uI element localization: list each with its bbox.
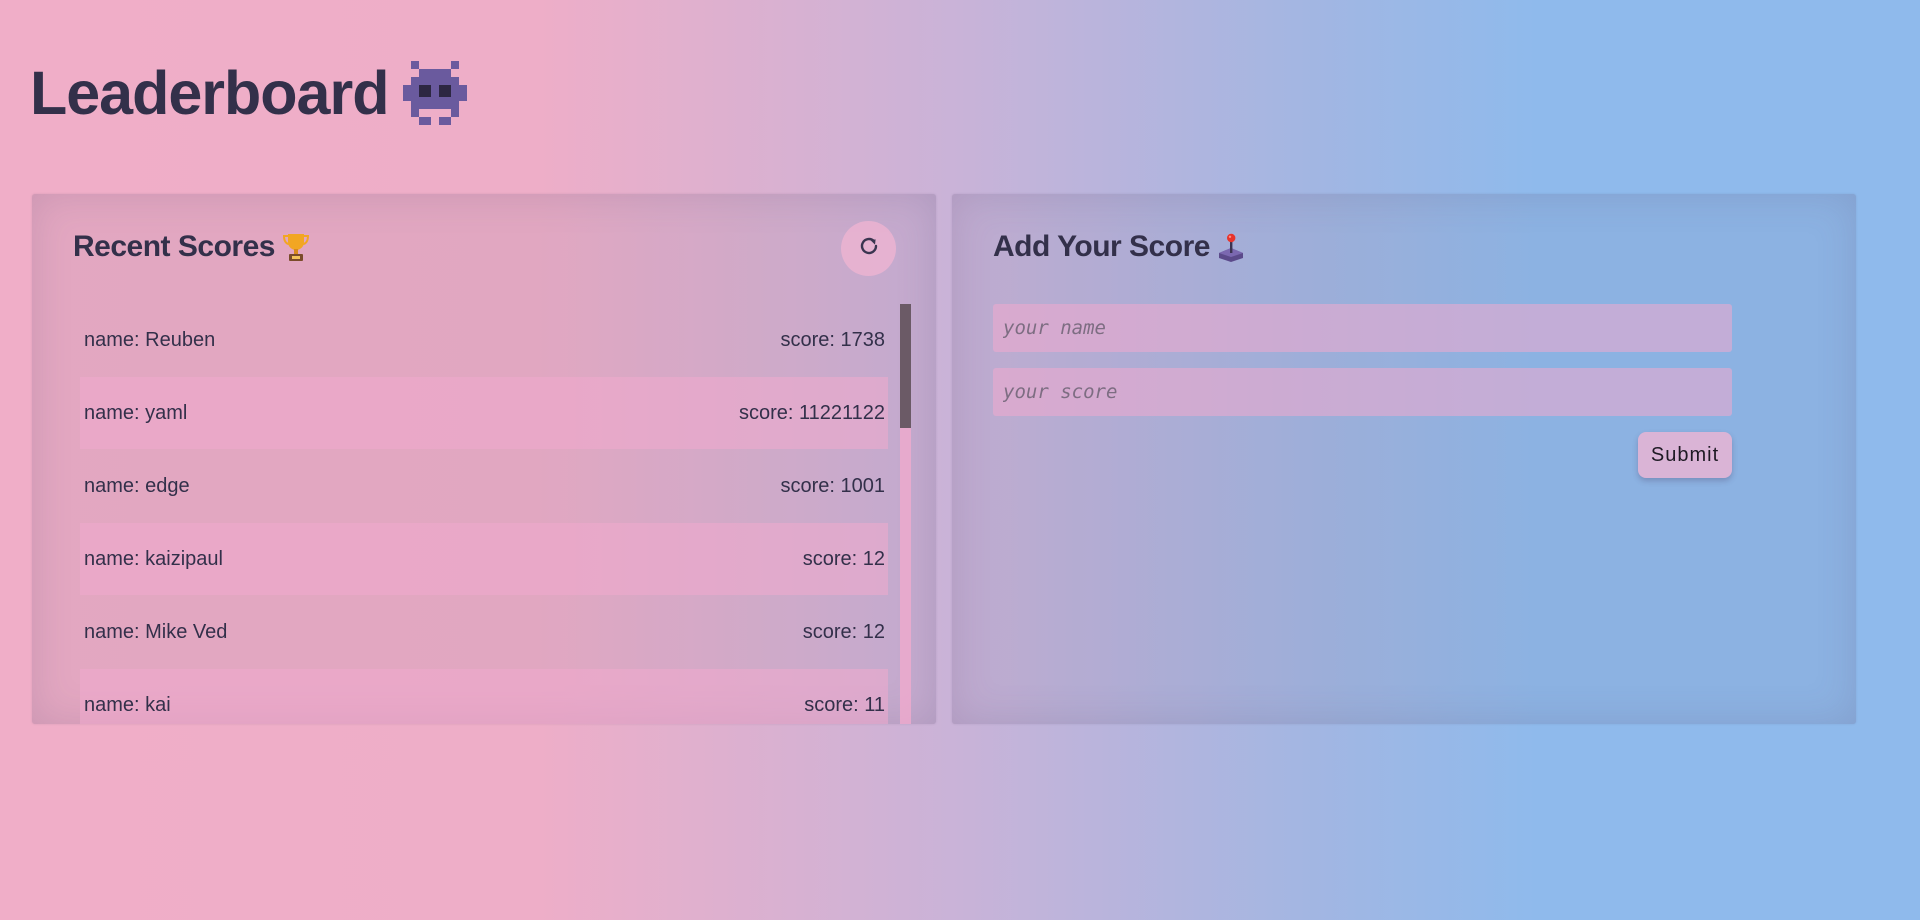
space-invader-icon (402, 61, 467, 125)
score-row-score: score: 12 (802, 547, 885, 570)
page-title: Leaderboard (30, 58, 467, 128)
joystick-icon (1216, 231, 1246, 263)
submit-button[interactable]: Submit (1638, 432, 1732, 478)
scrollbar-thumb[interactable] (900, 304, 911, 428)
score-row: name: Mike Ved score: 12 (80, 596, 888, 668)
recent-scores-panel: Recent Scores name: Reuben score: 1738 n… (32, 194, 936, 724)
score-row-name: name: Mike Ved (84, 620, 228, 643)
add-score-title: Add Your Score (993, 230, 1246, 264)
score-row-score: score: 11221122 (738, 401, 885, 424)
score-row-score: score: 1001 (780, 474, 885, 497)
score-row: name: yaml score: 11221122 (80, 377, 888, 449)
refresh-button[interactable] (841, 221, 896, 276)
score-row: name: kaizipaul score: 12 (80, 523, 888, 595)
name-input[interactable] (993, 304, 1732, 352)
score-row: name: kai score: 11 (80, 669, 888, 724)
score-input[interactable] (993, 368, 1732, 416)
score-row-score: score: 1738 (780, 328, 885, 351)
page-title-text: Leaderboard (30, 59, 389, 127)
add-score-panel: Add Your Score Submit (952, 194, 1856, 724)
score-row-name: name: kaizipaul (84, 547, 223, 570)
score-row-name: name: Reuben (84, 328, 216, 351)
recent-scores-title-text: Recent Scores (73, 230, 275, 263)
recent-scores-title: Recent Scores (73, 230, 311, 264)
trophy-icon (281, 231, 311, 263)
score-row-score: score: 11 (804, 693, 885, 716)
refresh-icon (857, 234, 881, 263)
score-row-score: score: 12 (802, 620, 885, 643)
add-score-title-text: Add Your Score (993, 230, 1210, 263)
score-row: name: edge score: 1001 (80, 450, 888, 522)
score-row: name: Reuben score: 1738 (80, 304, 888, 376)
score-list-scrollbar[interactable] (900, 304, 911, 724)
score-row-name: name: edge (84, 474, 190, 497)
score-list[interactable]: name: Reuben score: 1738 name: yaml scor… (80, 304, 920, 724)
score-row-name: name: yaml (84, 401, 188, 424)
score-row-name: name: kai (84, 693, 171, 716)
